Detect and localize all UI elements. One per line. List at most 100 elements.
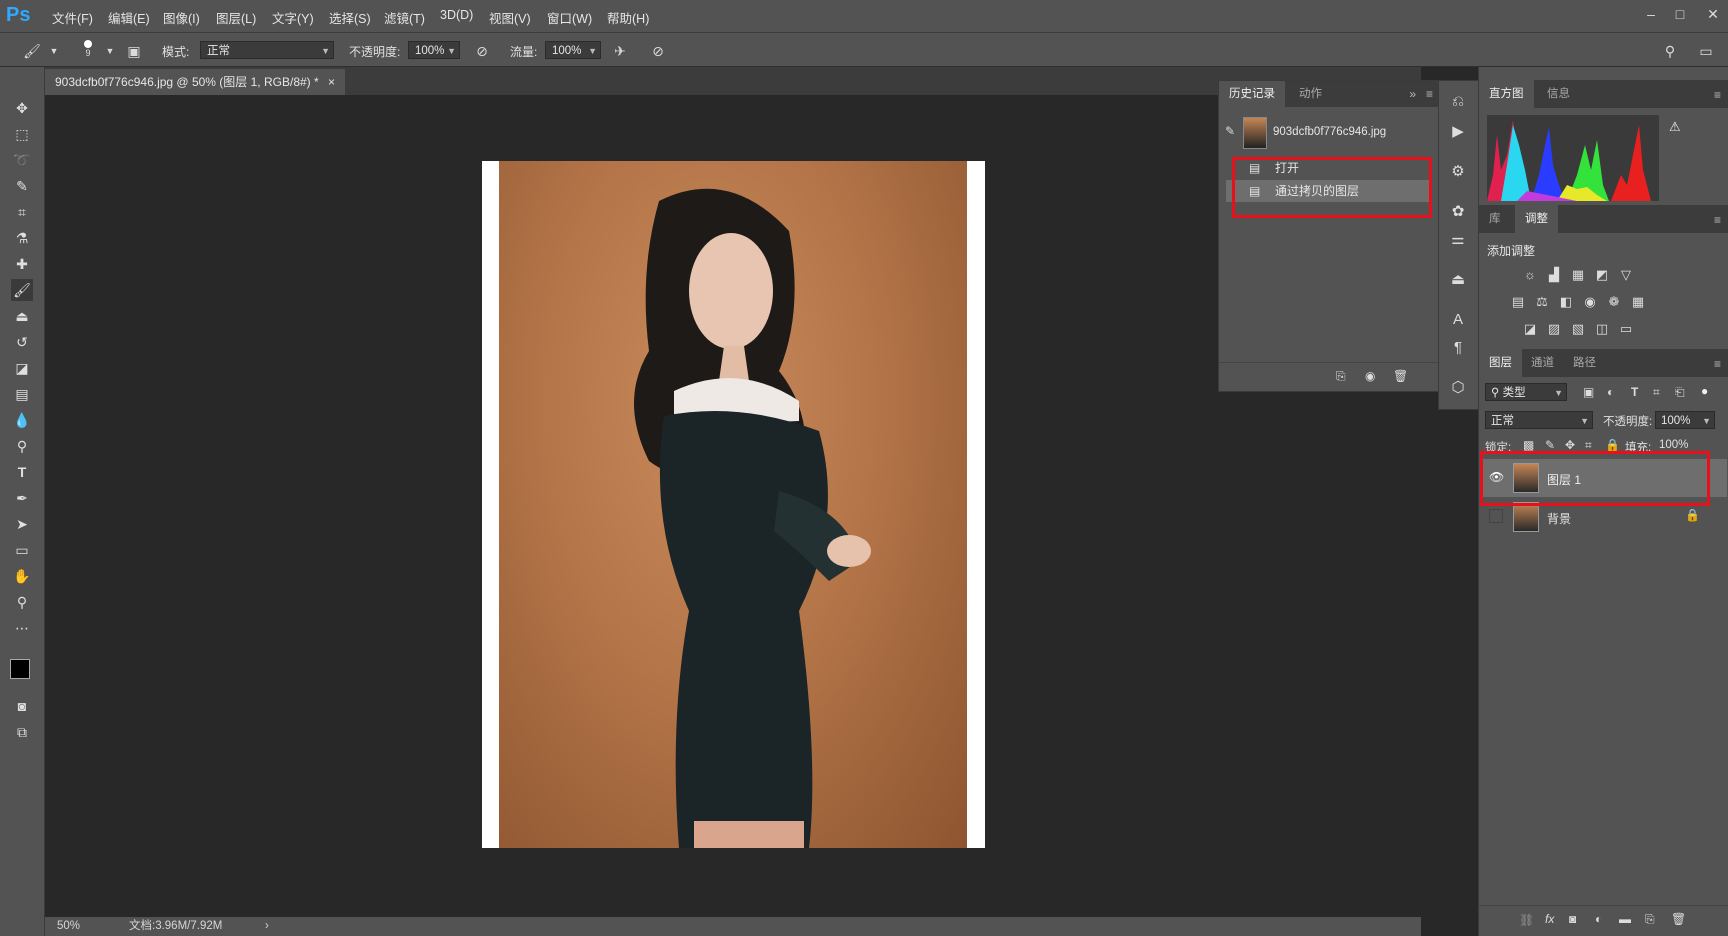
menu-3d[interactable]: 3D(D)	[440, 8, 473, 22]
pressure-opacity-icon[interactable]: ⊘	[472, 41, 492, 61]
exposure-icon[interactable]: ◩	[1593, 267, 1611, 283]
lock-position-icon[interactable]: ✥	[1565, 438, 1575, 452]
camera-icon[interactable]: ◉	[1365, 369, 1375, 383]
close-button[interactable]: ✕	[1700, 4, 1726, 24]
blur-tool-icon[interactable]: 💧	[11, 409, 33, 431]
3d-panel-icon[interactable]: ⬡	[1447, 377, 1469, 399]
vibrance-icon[interactable]: ▽	[1617, 267, 1635, 283]
airbrush-icon[interactable]: ✈	[610, 41, 630, 61]
filter-toggle-icon[interactable]: ●	[1701, 384, 1708, 398]
tab-libraries[interactable]: 库	[1479, 205, 1511, 233]
layer-opacity-input[interactable]: 100% ▼	[1655, 411, 1715, 429]
brush-tool-preset-icon[interactable]: 🖌	[22, 41, 42, 61]
tab-info[interactable]: 信息	[1537, 80, 1580, 108]
hand-tool-icon[interactable]: ✋	[11, 565, 33, 587]
paragraph-panel-icon[interactable]: ¶	[1447, 337, 1469, 359]
path-select-tool-icon[interactable]: ➤	[11, 513, 33, 535]
invert-icon[interactable]: ◪	[1521, 321, 1539, 337]
filter-type-icon[interactable]: T	[1631, 385, 1638, 399]
lasso-tool-icon[interactable]: ➰	[11, 149, 33, 171]
photo-filter-icon[interactable]: ◉	[1581, 294, 1599, 310]
chevron-down-icon[interactable]: ▼	[44, 41, 64, 61]
filter-pixel-icon[interactable]: ▣	[1583, 385, 1594, 399]
link-layers-icon[interactable]: ⛓	[1519, 913, 1534, 927]
selective-color-icon[interactable]: ◫	[1593, 321, 1611, 337]
history-brush-tool-icon[interactable]: ↺	[11, 331, 33, 353]
clone-source-icon[interactable]: ⏏	[1447, 269, 1469, 291]
more-tools-icon[interactable]: ⋯	[11, 617, 33, 639]
pen-tool-icon[interactable]: ✒	[11, 487, 33, 509]
history-panel-icon[interactable]: ⎌	[1447, 91, 1469, 113]
menu-select[interactable]: 选择(S)	[329, 8, 371, 27]
chevron-down-icon[interactable]: ▼	[100, 41, 120, 61]
brush-panel-toggle-icon[interactable]: ▣	[124, 41, 144, 61]
tab-actions[interactable]: 动作	[1289, 81, 1332, 107]
zoom-tool-icon[interactable]: ⚲	[11, 591, 33, 613]
gradient-tool-icon[interactable]: ▤	[11, 383, 33, 405]
menu-layer[interactable]: 图层(L)	[216, 8, 256, 27]
new-group-icon[interactable]: ▬	[1619, 912, 1631, 926]
tab-layers[interactable]: 图层	[1479, 349, 1522, 377]
marquee-tool-icon[interactable]: ⬚	[11, 123, 33, 145]
quick-select-tool-icon[interactable]: ✎	[11, 175, 33, 197]
lock-pixels-icon[interactable]: ✎	[1545, 438, 1555, 452]
curves-icon[interactable]: ▦	[1569, 267, 1587, 283]
quick-mask-icon[interactable]: ◙	[11, 695, 33, 717]
type-tool-icon[interactable]: T	[11, 461, 33, 483]
shape-tool-icon[interactable]: ▭	[11, 539, 33, 561]
histogram-warning-icon[interactable]: ⚠	[1669, 119, 1681, 135]
flow-input[interactable]: 100% ▼	[545, 41, 601, 59]
tab-histogram[interactable]: 直方图	[1479, 80, 1534, 108]
photo-layer-image[interactable]	[499, 161, 967, 848]
new-layer-icon[interactable]: ⎘	[1645, 912, 1655, 927]
lock-all-icon[interactable]: 🔒	[1605, 438, 1620, 452]
foreground-color-swatch[interactable]	[10, 659, 30, 679]
posterize-icon[interactable]: ▨	[1545, 321, 1563, 337]
brush-size-picker[interactable]: 9	[80, 38, 96, 62]
collapse-icon[interactable]: »	[1409, 87, 1416, 101]
eraser-tool-icon[interactable]: ◪	[11, 357, 33, 379]
layer-filter-select[interactable]: ⚲ 类型 ▼	[1485, 383, 1567, 401]
menu-image[interactable]: 图像(I)	[163, 8, 200, 27]
brush-settings-icon[interactable]: ⚌	[1447, 229, 1469, 251]
healing-brush-tool-icon[interactable]: ✚	[11, 253, 33, 275]
color-balance-icon[interactable]: ⚖	[1533, 294, 1551, 310]
brightness-contrast-icon[interactable]: ☼	[1521, 267, 1539, 283]
new-adjustment-layer-icon[interactable]: ◐	[1595, 912, 1602, 926]
hue-saturation-icon[interactable]: ▤	[1509, 294, 1527, 310]
trash-icon[interactable]: 🗑	[1393, 369, 1408, 383]
visibility-toggle-empty[interactable]	[1489, 509, 1503, 523]
close-tab-icon[interactable]: ×	[328, 69, 335, 95]
clone-stamp-tool-icon[interactable]: ⏏	[11, 305, 33, 327]
pressure-size-icon[interactable]: ⊘	[648, 41, 668, 61]
tab-paths[interactable]: 路径	[1563, 349, 1606, 377]
mode-select[interactable]: 正常 ▼	[200, 41, 334, 59]
maximize-button[interactable]: □	[1667, 4, 1693, 24]
history-brush-source-icon[interactable]: ✎	[1225, 124, 1235, 138]
actions-panel-icon[interactable]: ▶	[1447, 121, 1469, 143]
color-lookup-icon[interactable]: ▦	[1629, 294, 1647, 310]
levels-icon[interactable]: ▟	[1545, 267, 1563, 283]
menu-filter[interactable]: 滤镜(T)	[384, 8, 425, 27]
eyedropper-tool-icon[interactable]: ⚗	[11, 227, 33, 249]
new-document-from-state-icon[interactable]: ⎘	[1336, 369, 1346, 384]
workspace-icon[interactable]: ▭	[1696, 41, 1716, 61]
gradient-map-icon[interactable]: ▭	[1617, 321, 1635, 337]
menu-file[interactable]: 文件(F)	[52, 8, 93, 27]
lock-transparent-icon[interactable]: ▩	[1523, 438, 1534, 452]
minimize-button[interactable]: –	[1638, 4, 1664, 24]
move-tool-icon[interactable]: ✥	[11, 97, 33, 119]
history-snapshot[interactable]: ✎ 903dcfb0f776c946.jpg	[1219, 114, 1438, 152]
menu-edit[interactable]: 编辑(E)	[108, 8, 150, 27]
panel-menu-icon[interactable]: ≡	[1714, 213, 1721, 227]
opacity-input[interactable]: 100% ▼	[408, 41, 460, 59]
character-panel-icon[interactable]: A	[1447, 309, 1469, 331]
panel-menu-icon[interactable]: ≡	[1714, 88, 1721, 102]
menu-view[interactable]: 视图(V)	[489, 8, 531, 27]
threshold-icon[interactable]: ▧	[1569, 321, 1587, 337]
tab-adjustments[interactable]: 调整	[1515, 205, 1558, 233]
status-menu-arrow[interactable]: ›	[265, 917, 269, 936]
brush-tool-icon[interactable]: 🖌	[11, 279, 33, 301]
properties-panel-icon[interactable]: ⚙	[1447, 161, 1469, 183]
tab-history[interactable]: 历史记录	[1219, 81, 1285, 107]
